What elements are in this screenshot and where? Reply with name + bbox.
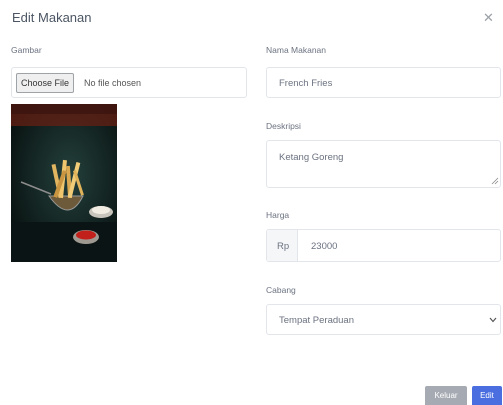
french-fries-image xyxy=(11,104,117,262)
deskripsi-label: Deskripsi xyxy=(266,121,301,131)
keluar-button[interactable]: Keluar xyxy=(425,386,467,405)
harga-label: Harga xyxy=(266,210,290,220)
cabang-select[interactable]: Tempat Peraduan xyxy=(266,304,501,335)
food-image xyxy=(11,104,117,262)
currency-prefix: Rp xyxy=(277,241,290,252)
gambar-label: Gambar xyxy=(11,45,42,55)
file-input[interactable]: Choose File No file chosen xyxy=(11,67,247,98)
chevron-down-icon xyxy=(489,317,497,323)
edit-button[interactable]: Edit xyxy=(472,386,502,405)
harga-input-group[interactable]: Rp 23000 xyxy=(266,229,501,262)
prefix-divider xyxy=(297,230,298,261)
cabang-label: Cabang xyxy=(266,285,296,295)
nama-makanan-label: Nama Makanan xyxy=(266,45,327,55)
close-icon[interactable]: ✕ xyxy=(483,10,494,26)
modal-title: Edit Makanan xyxy=(12,10,92,25)
harga-value: 23000 xyxy=(311,241,338,252)
deskripsi-value: Ketang Goreng xyxy=(279,152,344,163)
nama-makanan-value: French Fries xyxy=(279,78,333,89)
nama-makanan-input[interactable]: French Fries xyxy=(266,67,501,98)
choose-file-button[interactable]: Choose File xyxy=(16,73,75,93)
deskripsi-textarea[interactable]: Ketang Goreng xyxy=(266,140,501,188)
resize-handle-icon[interactable] xyxy=(491,177,499,185)
file-status: No file chosen xyxy=(84,78,142,88)
cabang-selected: Tempat Peraduan xyxy=(279,315,354,326)
